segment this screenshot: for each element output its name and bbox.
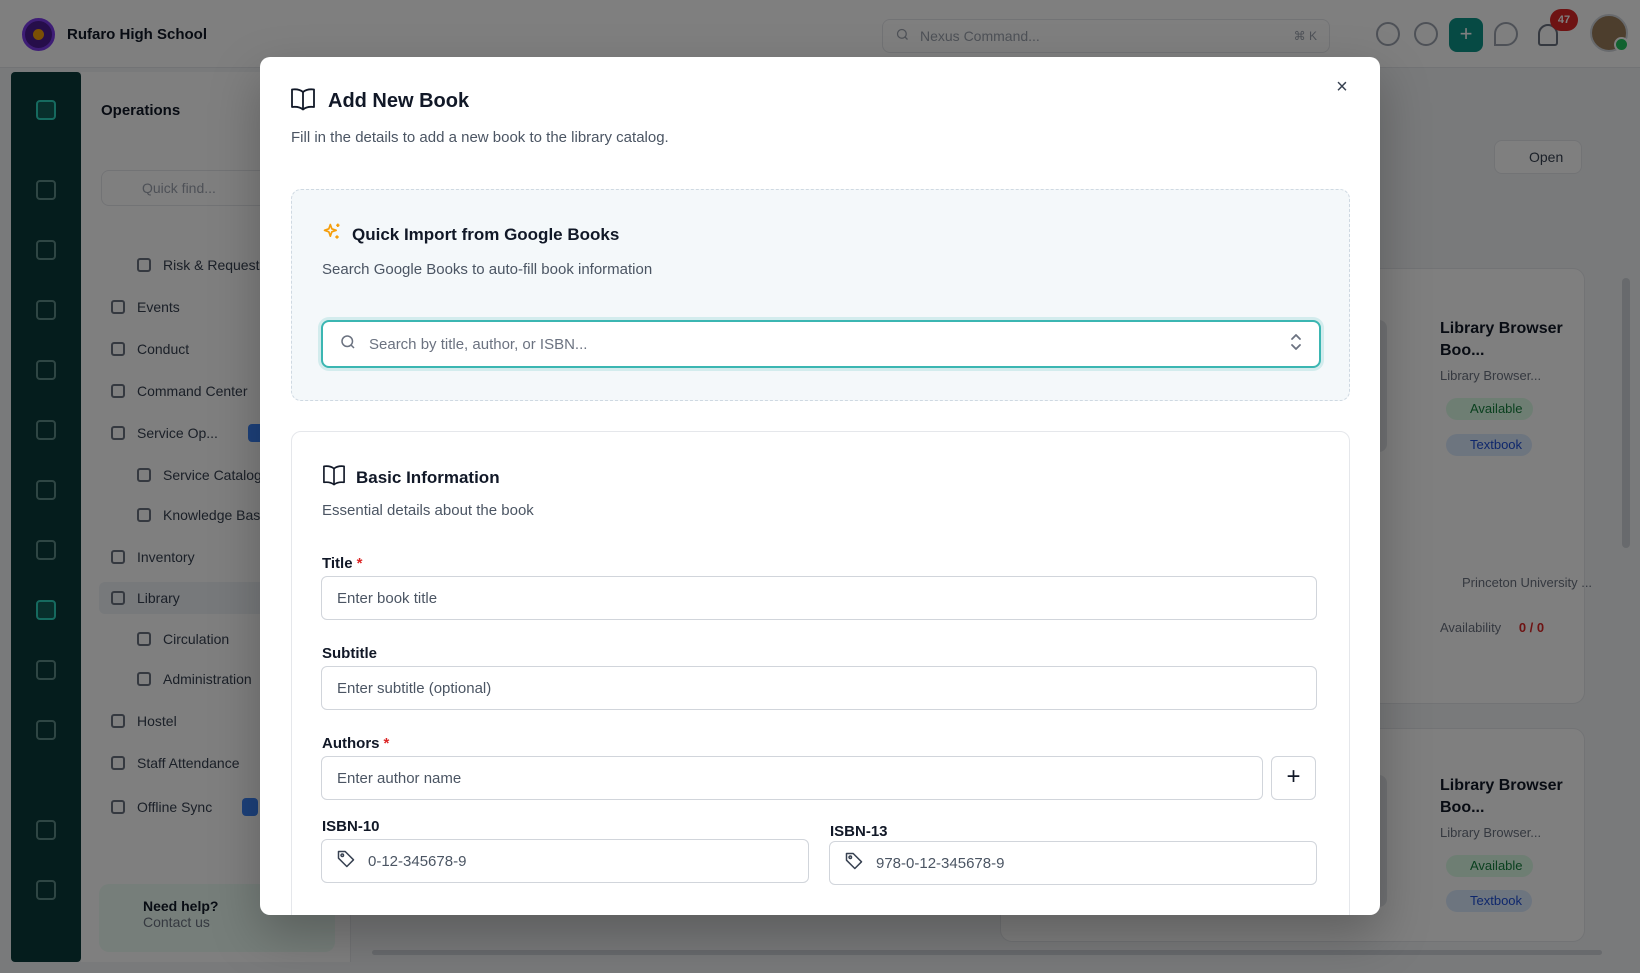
google-books-import: Quick Import from Google Books Search Go… [291,189,1350,401]
isbn13-field[interactable] [829,841,1317,885]
google-books-search-input[interactable] [369,335,1249,353]
add-author-button[interactable]: + [1271,756,1316,800]
required-mark: * [383,735,390,752]
subtitle-label: Subtitle [322,645,377,662]
isbn10-field[interactable] [321,839,809,883]
add-book-dialog: × Add New Book Fill in the details to ad… [260,57,1380,915]
sparkles-icon [322,222,342,247]
dialog-title: Add New Book [328,90,470,112]
tag-icon [336,849,356,874]
dialog-header: Add New Book [290,87,469,116]
title-label: Title * [322,555,363,572]
book-open-icon [290,87,316,116]
chevrons-up-down-icon[interactable] [1289,333,1303,356]
isbn10-input[interactable] [356,852,808,870]
close-icon[interactable]: × [1330,75,1354,99]
basic-header: Basic Information [322,464,500,491]
basic-title: Basic Information [356,467,500,487]
required-mark: * [356,555,363,572]
subtitle-input[interactable] [322,679,1316,697]
google-books-search[interactable] [321,320,1321,368]
isbn13-label: ISBN-13 [830,823,888,840]
import-header: Quick Import from Google Books [322,222,619,247]
authors-label: Authors * [322,735,390,752]
import-description: Search Google Books to auto-fill book in… [322,261,653,278]
isbn10-label: ISBN-10 [322,818,380,835]
author-field[interactable] [321,756,1263,800]
title-input[interactable] [322,589,1316,607]
subtitle-field[interactable] [321,666,1317,710]
dialog-description: Fill in the details to add a new book to… [291,129,669,146]
tag-icon [844,851,864,876]
import-title: Quick Import from Google Books [352,224,620,244]
basic-information-section: Basic Information Essential details abou… [291,431,1350,915]
basic-description: Essential details about the book [322,502,534,519]
book-open-icon [322,464,346,491]
isbn13-input[interactable] [864,854,1316,872]
author-input[interactable] [322,769,1262,787]
search-icon [339,333,357,356]
title-field[interactable] [321,576,1317,620]
